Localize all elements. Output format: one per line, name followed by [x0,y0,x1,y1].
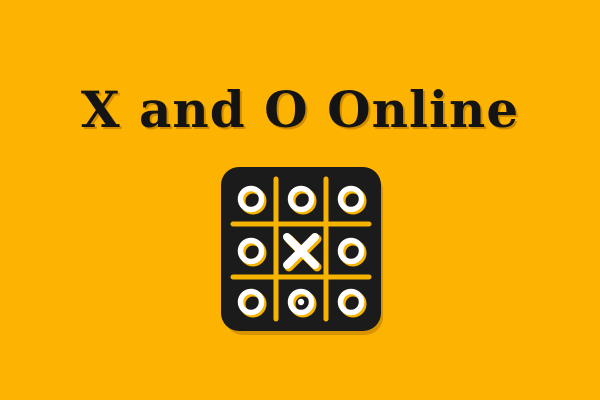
tic-tac-toe-board-icon [221,167,385,337]
o-dot-mark-icon [287,288,317,318]
board-svg [221,167,383,335]
game-title: X and O Online [80,80,520,139]
